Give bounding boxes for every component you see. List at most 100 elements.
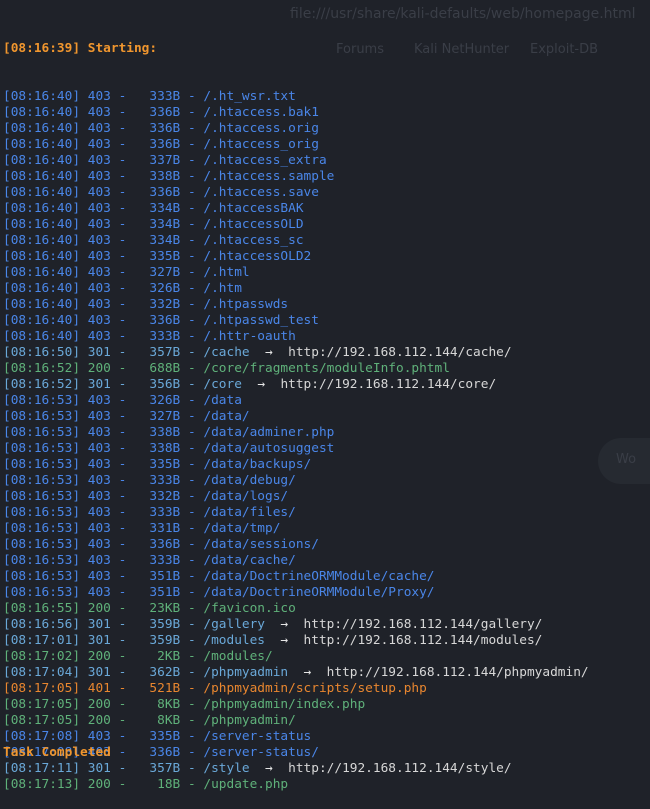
status-code: 403	[87, 137, 111, 152]
response-size: 18B	[134, 777, 181, 792]
request-path: /phpmyadmin/	[203, 713, 296, 728]
response-size: 521B	[134, 681, 181, 696]
request-path: /data/	[203, 409, 250, 424]
status-code: 403	[87, 441, 111, 456]
response-size: 338B	[134, 425, 181, 440]
status-code: 301	[87, 345, 111, 360]
status-code: 403	[87, 217, 111, 232]
response-size: 331B	[134, 521, 181, 536]
scan-result-line: [08:16:56] 301 - 359B - /gallery → http:…	[3, 617, 543, 632]
status-code: 301	[87, 377, 111, 392]
request-path: /data/DoctrineORMModule/cache/	[203, 569, 435, 584]
timestamp: [08:16:53]	[3, 569, 81, 584]
response-size: 332B	[134, 489, 181, 504]
redirect-arrow-icon: →	[265, 633, 304, 648]
request-path: /modules	[203, 633, 266, 648]
response-size: 335B	[134, 249, 181, 264]
request-path: /modules/	[203, 649, 273, 664]
scan-result-line: [08:16:53] 403 - 333B - /data/files/	[3, 505, 296, 520]
scan-result-line: [08:16:40] 403 - 337B - /.htaccess_extra	[3, 153, 327, 168]
request-path: /data/DoctrineORMModule/Proxy/	[203, 585, 435, 600]
status-code: 200	[87, 713, 111, 728]
response-size: 8KB	[134, 697, 181, 712]
status-code: 403	[87, 265, 111, 280]
response-size: 333B	[134, 505, 181, 520]
status-code: 403	[87, 393, 111, 408]
request-path: /.htaccess.save	[203, 185, 319, 200]
request-path: /server-status/	[203, 745, 319, 760]
request-path: /server-status	[203, 729, 312, 744]
request-path: /.htaccess.orig	[203, 121, 319, 136]
request-path: /data/backups/	[203, 457, 312, 472]
scan-result-line: [08:16:52] 200 - 688B - /core/fragments/…	[3, 361, 450, 376]
response-size: 8KB	[134, 713, 181, 728]
redirect-url: http://192.168.112.144/cache/	[288, 345, 512, 360]
scan-result-line: [08:16:53] 403 - 326B - /data	[3, 393, 242, 408]
timestamp: [08:16:40]	[3, 297, 81, 312]
timestamp: [08:16:53]	[3, 585, 81, 600]
scan-result-line: [08:17:05] 200 - 8KB - /phpmyadmin/index…	[3, 697, 366, 712]
redirect-url: http://192.168.112.144/phpmyadmin/	[326, 665, 589, 680]
redirect-arrow-icon: →	[249, 345, 289, 360]
request-path: /.htaccessOLD2	[203, 249, 312, 264]
request-path: /phpmyadmin/index.php	[203, 697, 366, 712]
status-code: 403	[87, 473, 111, 488]
status-code: 403	[87, 201, 111, 216]
response-size: 23KB	[134, 601, 181, 616]
response-size: 336B	[134, 313, 181, 328]
timestamp: [08:16:40]	[3, 265, 81, 280]
status-code: 403	[87, 505, 111, 520]
response-size: 359B	[134, 633, 181, 648]
status-code: 403	[87, 569, 111, 584]
timestamp: [08:16:52]	[3, 377, 81, 392]
request-path: /gallery	[203, 617, 266, 632]
request-path: /.htpasswd_test	[203, 313, 319, 328]
status-code: 403	[87, 89, 111, 104]
task-completed-line: Task Completed	[3, 745, 111, 760]
status-code: 403	[87, 297, 111, 312]
timestamp: [08:16:40]	[3, 281, 81, 296]
response-size: 336B	[134, 105, 181, 120]
timestamp: [08:16:56]	[3, 617, 81, 632]
scan-result-line: [08:17:04] 301 - 362B - /phpmyadmin → ht…	[3, 665, 589, 680]
response-size: 2KB	[134, 649, 181, 664]
response-size: 333B	[134, 89, 181, 104]
response-size: 333B	[134, 553, 181, 568]
response-size: 336B	[134, 537, 181, 552]
timestamp: [08:16:40]	[3, 153, 81, 168]
response-size: 333B	[134, 473, 181, 488]
status-code: 403	[87, 249, 111, 264]
request-path: /.httr-oauth	[203, 329, 296, 344]
timestamp: [08:16:40]	[3, 89, 81, 104]
request-path: /data/tmp/	[203, 521, 281, 536]
response-size: 327B	[134, 265, 181, 280]
timestamp: [08:16:53]	[3, 473, 81, 488]
request-path: /phpmyadmin	[203, 665, 289, 680]
response-size: 336B	[134, 185, 181, 200]
request-path: /.htaccess.sample	[203, 169, 335, 184]
timestamp: [08:16:52]	[3, 361, 81, 376]
response-size: 337B	[134, 153, 181, 168]
status-code: 200	[87, 361, 111, 376]
request-path: /data/debug/	[203, 473, 296, 488]
request-path: /.htpasswds	[203, 297, 289, 312]
response-size: 357B	[134, 761, 181, 776]
redirect-arrow-icon: →	[249, 761, 289, 776]
scan-result-line: [08:16:53] 403 - 338B - /data/adminer.ph…	[3, 425, 335, 440]
timestamp: [08:16:53]	[3, 457, 81, 472]
response-size: 327B	[134, 409, 181, 424]
scan-result-line: [08:16:53] 403 - 331B - /data/tmp/	[3, 521, 281, 536]
scan-result-line: [08:16:40] 403 - 327B - /.html	[3, 265, 250, 280]
timestamp: [08:17:05]	[3, 713, 81, 728]
status-code: 200	[87, 697, 111, 712]
timestamp: [08:17:13]	[3, 777, 81, 792]
status-code: 403	[87, 521, 111, 536]
redirect-url: http://192.168.112.144/core/	[280, 377, 497, 392]
response-size: 335B	[134, 729, 181, 744]
scan-result-line: [08:16:53] 403 - 351B - /data/DoctrineOR…	[3, 569, 435, 584]
request-path: /data/cache/	[203, 553, 296, 568]
scan-result-line: [08:16:40] 403 - 338B - /.htaccess.sampl…	[3, 169, 335, 184]
status-code: 403	[87, 105, 111, 120]
status-code: 403	[87, 185, 111, 200]
scan-result-line: [08:16:50] 301 - 357B - /cache → http://…	[3, 345, 512, 360]
